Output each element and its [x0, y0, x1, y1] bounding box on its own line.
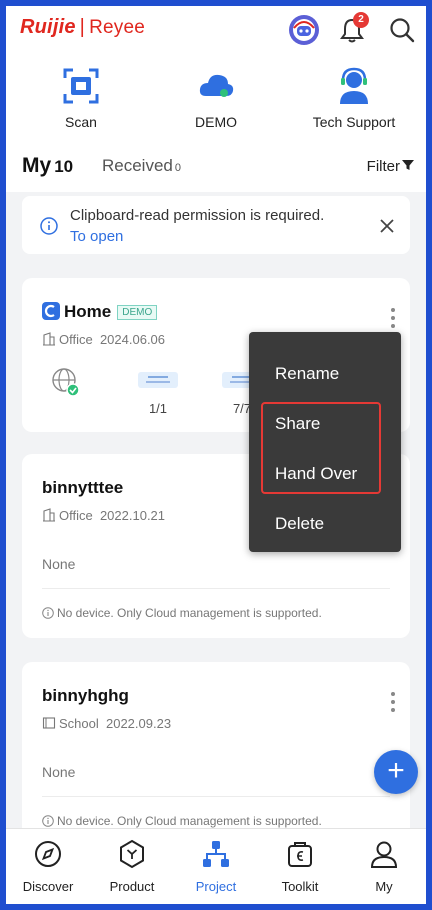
- divider: [42, 588, 390, 589]
- more-options-icon[interactable]: [388, 306, 398, 330]
- brand-separator: |: [79, 16, 86, 38]
- filter-label: Filter: [366, 158, 400, 175]
- quick-actions: Scan DEMO Tech Support: [6, 54, 426, 146]
- no-device-note: No device. Only Cloud management is supp…: [42, 814, 322, 828]
- devices-none: None: [42, 556, 76, 572]
- nav-discover[interactable]: Discover: [6, 839, 90, 894]
- switch-device-icon: [138, 372, 178, 388]
- menu-item-hand-over[interactable]: Hand Over: [275, 464, 357, 484]
- project-name: binnytttee: [42, 478, 124, 497]
- project-date: 2022.10.21: [99, 508, 166, 523]
- project-name: binnyhghg: [42, 686, 129, 705]
- compass-icon: [35, 841, 61, 867]
- person-icon: [370, 841, 398, 868]
- nav-label: Discover: [22, 879, 74, 894]
- toolkit-bag-icon: [288, 842, 312, 867]
- filter-button[interactable]: Filter: [367, 158, 414, 175]
- divider: [42, 796, 390, 797]
- scan-icon: [63, 68, 99, 104]
- menu-item-share[interactable]: Share: [275, 414, 320, 434]
- project-type: School: [59, 716, 99, 731]
- no-device-note: No device. Only Cloud management is supp…: [42, 606, 322, 620]
- project-name: Home DEMO: [42, 302, 158, 322]
- quick-action-label: DEMO: [195, 114, 237, 130]
- permission-banner: Clipboard-read permission is required. T…: [22, 196, 410, 254]
- add-project-button[interactable]: +: [374, 750, 418, 794]
- brand-logo: Ruijie | Reyee: [20, 16, 145, 39]
- notification-badge: 2: [353, 12, 369, 28]
- brand-secondary: Reyee: [89, 17, 145, 38]
- info-icon: [40, 217, 58, 235]
- tab-received-label: Received: [102, 156, 173, 175]
- tab-received-count: 0: [174, 162, 181, 174]
- nav-toolkit[interactable]: Toolkit: [258, 839, 342, 894]
- project-logo-icon: [42, 302, 60, 320]
- context-menu: Rename Share Hand Over Delete: [249, 332, 401, 552]
- internet-globe-icon: [52, 368, 80, 397]
- notification-bell-icon[interactable]: 2: [336, 12, 369, 46]
- demo-tag: DEMO: [117, 305, 158, 320]
- school-book-icon: [42, 717, 56, 729]
- nav-label: Project: [195, 879, 237, 894]
- nav-product[interactable]: Product: [90, 839, 174, 894]
- quick-action-scan[interactable]: Scan: [21, 66, 141, 130]
- app-screen: Ruijie | Reyee 2 Scan DEMO Tech Support …: [6, 6, 426, 904]
- info-icon: [42, 815, 54, 827]
- project-tabs: My 10 Received 0 Filter: [6, 146, 426, 192]
- project-meta: Office 2024.06.06: [42, 332, 165, 347]
- nav-label: Product: [109, 879, 155, 894]
- quick-action-tech-support[interactable]: Tech Support: [294, 66, 414, 130]
- project-date: 2024.06.06: [99, 332, 166, 347]
- project-type: Office: [59, 332, 93, 347]
- no-device-note-text: No device. Only Cloud management is supp…: [57, 606, 322, 620]
- product-hex-icon: [120, 839, 144, 869]
- project-type: Office: [59, 508, 93, 523]
- info-icon: [42, 607, 54, 619]
- no-device-note-text: No device. Only Cloud management is supp…: [57, 814, 322, 828]
- support-agent-icon: [340, 67, 368, 104]
- more-options-icon[interactable]: [388, 690, 398, 714]
- close-icon[interactable]: [378, 217, 396, 235]
- banner-open-link[interactable]: To open: [70, 228, 123, 245]
- quick-action-label: Tech Support: [312, 114, 396, 130]
- device-count: 1/1: [148, 401, 168, 416]
- filter-funnel-icon: [402, 158, 414, 175]
- office-building-icon: [43, 332, 55, 346]
- quick-action-demo[interactable]: DEMO: [156, 66, 276, 130]
- banner-message: Clipboard-read permission is required.: [70, 207, 325, 224]
- nav-label: Toolkit: [281, 879, 319, 894]
- project-meta: School 2022.09.23: [42, 716, 171, 731]
- project-tree-icon: [203, 841, 229, 867]
- tab-received[interactable]: Received 0: [102, 156, 181, 176]
- project-meta: Office 2022.10.21: [42, 508, 165, 523]
- office-building-icon: [43, 508, 55, 522]
- tab-my-count: 10: [54, 157, 74, 176]
- devices-none: None: [42, 764, 76, 780]
- tab-my-label: My: [22, 154, 52, 177]
- project-date: 2022.09.23: [105, 716, 172, 731]
- project-name-text: Home: [64, 302, 112, 321]
- quick-action-label: Scan: [65, 114, 97, 130]
- nav-project[interactable]: Project: [174, 839, 258, 894]
- brand-primary: Ruijie: [20, 16, 76, 38]
- menu-item-rename[interactable]: Rename: [275, 364, 339, 384]
- tab-my[interactable]: My 10: [22, 154, 73, 178]
- nav-my[interactable]: My: [342, 839, 426, 894]
- top-bar: Ruijie | Reyee 2: [6, 6, 426, 54]
- assistant-robot-icon[interactable]: [288, 14, 320, 46]
- nav-label: My: [375, 879, 393, 894]
- cloud-icon: [199, 74, 234, 97]
- device-router[interactable]: 1/1: [128, 366, 188, 416]
- menu-item-delete[interactable]: Delete: [275, 514, 324, 534]
- search-icon[interactable]: [386, 14, 418, 46]
- bottom-nav: Discover Product Project Toolkit My: [6, 828, 426, 904]
- project-card-binnyhghg[interactable]: binnyhghg School 2022.09.23 None No devi…: [22, 662, 410, 846]
- device-internet[interactable]: [36, 366, 96, 409]
